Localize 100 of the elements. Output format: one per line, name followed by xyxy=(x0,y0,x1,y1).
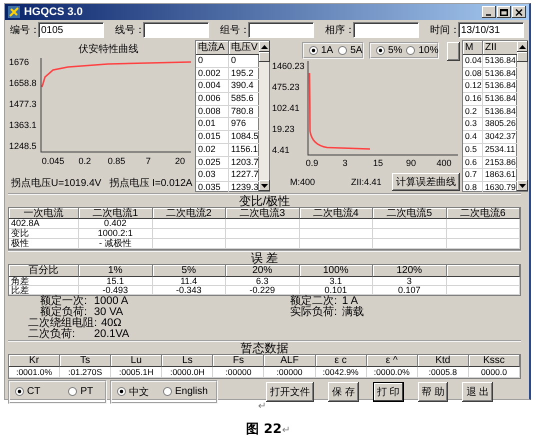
radio-button[interactable]: 10% xyxy=(406,45,438,56)
tick-label: 1477.3 xyxy=(9,99,37,109)
input-field[interactable] xyxy=(353,22,419,38)
table-cell: 0.16 xyxy=(463,93,483,106)
table-cell: 0.7 xyxy=(463,169,483,182)
column-header[interactable]: ZII xyxy=(483,41,519,55)
radio-icon xyxy=(309,46,318,55)
table-cell: 0.04 xyxy=(463,55,483,68)
table-cell: -0.343 xyxy=(152,286,226,295)
column-header[interactable]: Ts xyxy=(60,355,112,367)
table-cell: 0.101 xyxy=(300,286,373,295)
table-cell: :0001.0% xyxy=(9,367,60,378)
column-header[interactable]: Ls xyxy=(162,355,214,367)
rating-label: 额定负荷: xyxy=(40,307,88,318)
tick-label: 0.85 xyxy=(108,156,126,166)
column-header[interactable]: Fs xyxy=(213,355,264,367)
action-button[interactable]: 帮 助 xyxy=(418,382,448,402)
knee-readout: 拐点电压 I=0.012A xyxy=(109,176,192,190)
column-header[interactable]: 二次电流5 xyxy=(373,208,446,219)
field-label: 相序： xyxy=(325,24,353,37)
table-cell: 0.12 xyxy=(463,80,483,94)
column-header[interactable]: 二次电流6 xyxy=(446,208,520,219)
table-cell: :00000 xyxy=(264,367,316,378)
rating-value: 30 VA xyxy=(94,307,124,318)
table-cell: 0 xyxy=(196,55,229,68)
table-cell: 0.015 xyxy=(196,131,229,144)
table-cell: 0.4 xyxy=(463,131,483,144)
column-header[interactable]: 二次电流3 xyxy=(226,208,300,219)
table-cell: 0.004 xyxy=(196,80,229,94)
scroll-thumb[interactable] xyxy=(517,52,528,62)
column-header[interactable]: ε ^ xyxy=(366,355,418,367)
scroll-thumb[interactable] xyxy=(259,52,270,62)
tick-label: 90 xyxy=(406,158,416,168)
table-cell: :0042.9% xyxy=(316,367,367,378)
radio-button[interactable]: PT xyxy=(68,386,94,397)
column-header[interactable]: 一次电流 xyxy=(9,208,79,219)
action-button[interactable]: 打开文件 xyxy=(266,382,314,402)
rating-value: 满载 xyxy=(342,307,364,318)
minimize-button[interactable] xyxy=(482,6,496,18)
up-arrow-icon xyxy=(519,44,526,48)
column-header[interactable]: 20% xyxy=(226,265,300,277)
radio-icon xyxy=(163,387,172,396)
column-header[interactable]: 电流A xyxy=(196,41,229,55)
radio-button[interactable]: 5% xyxy=(376,45,402,56)
table-cell: :0005.1H xyxy=(111,367,162,378)
radio-button[interactable]: 5A xyxy=(338,45,362,56)
input-field[interactable] xyxy=(143,22,209,38)
column-header[interactable]: 二次电流2 xyxy=(152,208,226,219)
calc-error-curve-button[interactable]: 计算误差曲线 xyxy=(392,172,460,190)
action-button[interactable]: 打 印 xyxy=(372,382,404,402)
action-button[interactable]: 退 出 xyxy=(462,382,494,402)
column-header[interactable]: Ktd xyxy=(418,355,469,367)
close-button[interactable] xyxy=(512,6,526,18)
maximize-button[interactable] xyxy=(497,6,511,18)
radio-button[interactable]: CT xyxy=(15,386,40,397)
column-header[interactable]: 1% xyxy=(79,265,152,277)
rating-label: 额定一次: xyxy=(40,296,88,307)
table-cell: 0.08 xyxy=(463,68,483,80)
tick-label: 19.23 xyxy=(272,124,295,134)
down-arrow-icon xyxy=(261,184,268,188)
table-cell: 3.1 xyxy=(300,277,373,286)
blank-button[interactable] xyxy=(447,42,460,61)
column-header[interactable]: ALF xyxy=(264,355,316,367)
column-header[interactable]: M xyxy=(463,41,483,55)
input-field[interactable] xyxy=(248,22,314,38)
table-cell: 0.025 xyxy=(196,156,229,170)
table-cell: 11.4 xyxy=(152,277,226,286)
field-label: 线号： xyxy=(115,24,143,37)
column-header[interactable]: ε c xyxy=(316,355,367,367)
table-cell: -0.493 xyxy=(79,286,152,295)
column-header[interactable] xyxy=(446,265,520,277)
column-header[interactable]: 5% xyxy=(152,265,226,277)
column-header[interactable]: 二次电流1 xyxy=(79,208,152,219)
radio-button[interactable]: English xyxy=(163,386,208,397)
column-header[interactable]: Lu xyxy=(111,355,162,367)
action-button[interactable]: 保 存 xyxy=(328,382,359,402)
column-header[interactable]: 120% xyxy=(373,265,446,277)
radio-button[interactable]: 中文 xyxy=(117,384,149,398)
input-field[interactable]: 13/10/31 xyxy=(458,22,524,38)
table-cell: 0.01 xyxy=(196,118,229,132)
paragraph-mark: ↵ xyxy=(282,425,290,436)
window-title: HGQCS 3.0 xyxy=(24,6,83,18)
table-cell: 0.6 xyxy=(463,156,483,170)
input-field[interactable]: 0105 xyxy=(38,22,104,38)
tick-label: 0.045 xyxy=(42,156,64,166)
column-header[interactable]: Kr xyxy=(9,355,60,367)
scrollbar[interactable] xyxy=(517,40,528,192)
radio-icon xyxy=(68,387,78,396)
scrollbar[interactable] xyxy=(259,40,270,192)
table-cell: 0.035 xyxy=(196,182,229,195)
column-header[interactable]: 电压V xyxy=(229,41,262,55)
radio-icon xyxy=(15,387,24,396)
tick-label: 20 xyxy=(175,156,185,166)
radio-button[interactable]: 1A xyxy=(309,45,334,56)
column-header[interactable]: 百分比 xyxy=(9,265,79,277)
table-cell: 0.03 xyxy=(196,169,229,182)
column-header[interactable]: 二次电流4 xyxy=(300,208,373,219)
table-cell: - 减极性 xyxy=(79,239,152,249)
column-header[interactable]: Kssc xyxy=(468,355,520,367)
column-header[interactable]: 100% xyxy=(300,265,373,277)
